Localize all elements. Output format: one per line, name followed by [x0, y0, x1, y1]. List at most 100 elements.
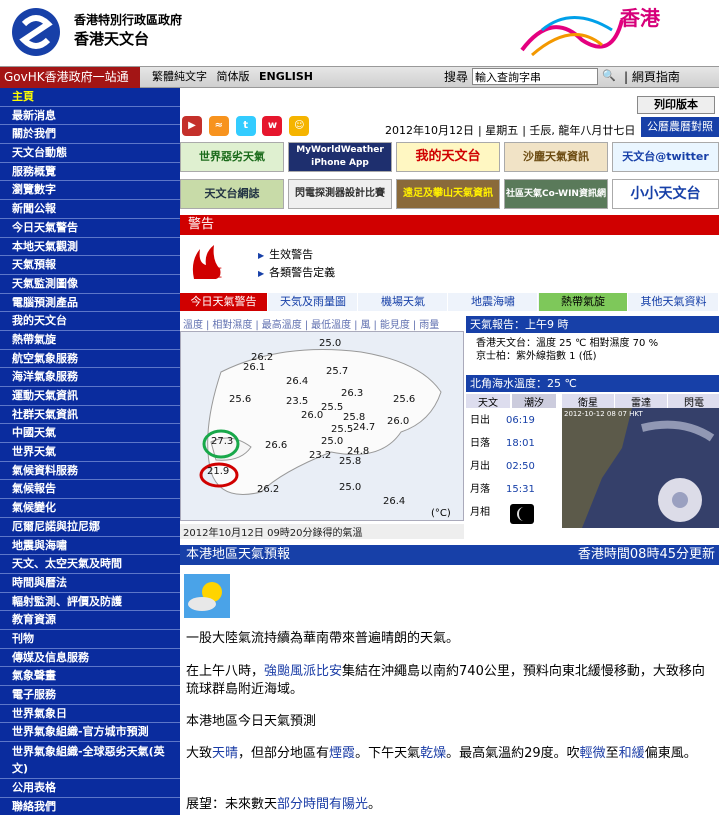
lang-en-link[interactable]: ENGLISH	[259, 70, 313, 83]
sidebar-item[interactable]: 時間與曆法	[0, 574, 180, 593]
sidebar-item[interactable]: 世界氣象日	[0, 705, 180, 724]
main-content: 列印版本 ▶ ≈ t w ☺ 2012年10月12日 | 星期五 | 壬辰, 龍年八…	[180, 88, 719, 815]
map-tab-rainfall[interactable]: 雨量	[419, 320, 439, 331]
banner-twitter[interactable]: 天文台@twitter	[612, 142, 719, 172]
sidebar-item[interactable]: 天文、太空天氣及時間	[0, 555, 180, 574]
sidebar-item[interactable]: 中國天氣	[0, 424, 180, 444]
tab-lightning[interactable]: 閃電	[668, 394, 719, 409]
sidebar-item[interactable]: 主頁	[0, 88, 180, 107]
sidebar-item[interactable]: 關於我們	[0, 125, 180, 145]
term-sunny-periods-link[interactable]: 部分時間有陽光	[277, 797, 368, 812]
tab-tropical-cyclone[interactable]: 熱帶氣旋	[539, 293, 628, 311]
sidebar-item[interactable]: 世界氣象組織-全球惡劣天氣(英文)	[0, 742, 180, 780]
sidebar-item[interactable]: 氣候變化	[0, 499, 180, 518]
search-input[interactable]	[472, 68, 598, 85]
sidebar-item[interactable]: 教育資源	[0, 611, 180, 630]
sidebar-item[interactable]: 今日天氣警告	[0, 219, 180, 238]
tab-satellite[interactable]: 衛星	[562, 394, 614, 409]
typhoon-link[interactable]: 強颱風派比安	[264, 664, 342, 679]
term-sunny-link[interactable]: 天晴	[212, 746, 238, 761]
warning-definitions-link[interactable]: 各類警告定義	[258, 264, 335, 282]
tab-other-weather[interactable]: 其他天氣資料	[629, 293, 719, 311]
sidebar-item[interactable]: 氣候資料服務	[0, 462, 180, 481]
sea-temperature[interactable]: 北角海水溫度：25 ℃	[466, 375, 719, 392]
sidebar-item[interactable]: 最新消息	[0, 107, 180, 126]
banner-lightning-contest[interactable]: 閃電探測器設計比賽	[288, 179, 392, 209]
sitemap-link[interactable]: | 網頁指南	[624, 69, 680, 85]
tab-airport-weather[interactable]: 機場天氣	[359, 293, 448, 311]
sidebar-item[interactable]: 刊物	[0, 630, 180, 649]
smiley-icon[interactable]: ☺	[289, 116, 310, 136]
weibo-icon[interactable]: w	[262, 116, 283, 136]
sidebar-item[interactable]: 公用表格	[0, 779, 180, 798]
banner-sandstorm[interactable]: 沙塵天氣資訊	[504, 142, 608, 172]
youtube-icon[interactable]: ▶	[182, 116, 202, 136]
search-icon[interactable]: 🔍	[601, 68, 617, 85]
lunar-calendar-button[interactable]: 公曆農曆對照	[641, 117, 719, 137]
tab-today-warnings[interactable]: 今日天氣警告	[180, 293, 268, 311]
banner-my-observatory[interactable]: 我的天文台	[396, 142, 500, 172]
term-light-link[interactable]: 輕微	[580, 746, 606, 761]
sidebar-item[interactable]: 社群天氣資訊	[0, 406, 180, 425]
twitter-icon[interactable]: t	[235, 116, 256, 136]
sidebar-item[interactable]: 本地天氣觀測	[0, 238, 180, 257]
map-tab-min-temp[interactable]: 最低溫度	[311, 320, 351, 331]
sidebar-item[interactable]: 運動天氣資訊	[0, 387, 180, 406]
map-tab-temp[interactable]: 溫度	[183, 320, 203, 331]
sidebar-item[interactable]: 厄爾尼諾與拉尼娜	[0, 518, 180, 537]
sidebar-item[interactable]: 我的天文台	[0, 312, 180, 331]
active-warnings-link[interactable]: 生效警告	[258, 246, 335, 264]
sidebar-item[interactable]: 天文台動態	[0, 144, 180, 163]
map-tab-wind[interactable]: 風	[361, 320, 371, 331]
forecast-outlook: 展望：未來數天部分時間有陽光。	[186, 796, 716, 814]
map-tab-visibility[interactable]: 能見度	[380, 320, 410, 331]
sidebar-item[interactable]: 天氣預報	[0, 256, 180, 275]
tab-radar[interactable]: 雷達	[615, 394, 667, 409]
sidebar-item[interactable]: 世界天氣	[0, 443, 180, 462]
banner-co-win[interactable]: 社區天氣Co-WIN資訊網絡	[504, 179, 608, 209]
sidebar-item[interactable]: 新聞公報	[0, 200, 180, 219]
term-haze-link[interactable]: 煙霞	[329, 746, 355, 761]
banner-hiking[interactable]: 遠足及攀山天氣資訊	[396, 179, 500, 209]
sidebar-item[interactable]: 聯絡我們	[0, 798, 180, 815]
lang-simp-link[interactable]: 简体版	[217, 70, 250, 83]
govhk-link[interactable]: GovHK香港政府一站通	[0, 67, 140, 88]
tab-tide[interactable]: 潮汐	[512, 394, 556, 409]
brand-hong-kong-logo[interactable]	[512, 0, 718, 62]
tab-earthquake[interactable]: 地震海嘯	[449, 293, 538, 311]
sidebar-item[interactable]: 服務概覽	[0, 163, 180, 182]
term-moderate-link[interactable]: 和緩	[619, 746, 645, 761]
sidebar-item[interactable]: 瀏覽數字	[0, 181, 180, 201]
weather-report-title[interactable]: 天氣報告：上午9 時	[466, 316, 719, 333]
sidebar-item[interactable]: 世界氣象組織-官方城市預測	[0, 723, 180, 743]
map-tab-max-temp[interactable]: 最高溫度	[262, 320, 302, 331]
forecast-paragraph-3: 本港地區今日天氣預測	[186, 714, 317, 729]
sidebar-item[interactable]: 傳媒及信息服務	[0, 649, 180, 668]
astro-key: 月落	[470, 484, 490, 495]
print-version-button[interactable]: 列印版本	[637, 96, 715, 114]
hko-logo[interactable]	[6, 6, 66, 58]
rss-icon[interactable]: ≈	[208, 116, 229, 136]
temperature-reading: 25.0	[319, 338, 342, 349]
sidebar-item[interactable]: 電腦預測產品	[0, 294, 180, 313]
banner-little-observatory[interactable]: 小小天文台	[612, 179, 719, 209]
sidebar-item[interactable]: 電子服務	[0, 686, 180, 705]
sidebar-item[interactable]: 氣候報告	[0, 480, 180, 500]
sidebar-item[interactable]: 天氣監測圖像	[0, 275, 180, 294]
banner-myworldweather[interactable]: MyWorldWeather iPhone App	[288, 142, 392, 172]
sidebar-item[interactable]: 氣象聲畫	[0, 667, 180, 686]
tab-weather-rain-map[interactable]: 天気及雨量圖	[269, 293, 358, 311]
sidebar-item[interactable]: 輻射監測、評價及防護	[0, 593, 180, 612]
map-tab-humidity[interactable]: 相對濕度	[212, 320, 252, 331]
satellite-image[interactable]: 2012-10-12 08 07 HKT	[562, 408, 719, 528]
sidebar-item[interactable]: 地震與海嘯	[0, 537, 180, 556]
tab-astronomy[interactable]: 天文	[466, 394, 510, 409]
temperature-map[interactable]: 25.0 26.2 26.1 25.7 26.4 26.3 25.6 23.5 25.5 25.6…	[180, 331, 464, 521]
sidebar-item[interactable]: 海洋氣象服務	[0, 368, 180, 387]
sidebar-item[interactable]: 航空氣象服務	[0, 350, 180, 369]
lang-trad-text-link[interactable]: 繁體純文字	[152, 70, 207, 83]
term-dry-link[interactable]: 乾燥	[420, 746, 446, 761]
banner-blog[interactable]: 天文台網誌	[180, 179, 284, 209]
sidebar-item[interactable]: 熱帶氣旋	[0, 331, 180, 350]
banner-severe-weather[interactable]: 世界惡劣天氣	[180, 142, 284, 172]
